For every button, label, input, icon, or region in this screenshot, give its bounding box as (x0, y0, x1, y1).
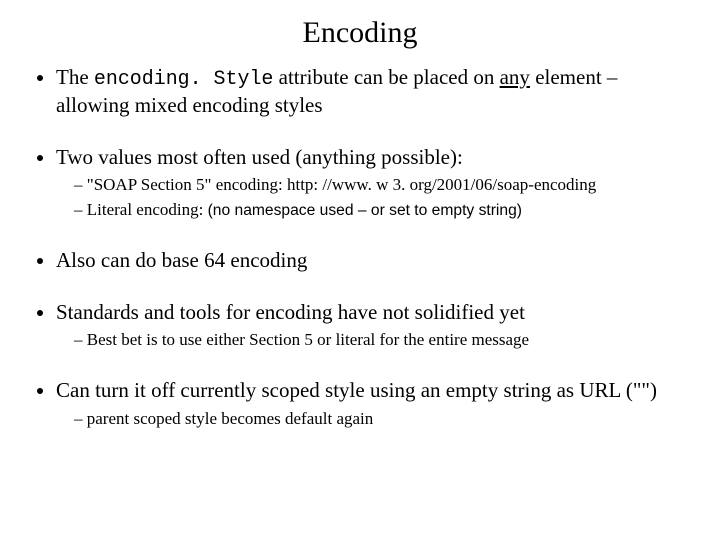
b2-sub2-sans: (no namespace used – or set to empty str… (208, 202, 522, 219)
bullet-3: Also can do base 64 encoding (56, 247, 690, 273)
slide: Encoding The encoding. Style attribute c… (0, 0, 720, 540)
b2-sub1: "SOAP Section 5" encoding: http: //www. … (74, 174, 690, 196)
b3-text: Also can do base 64 encoding (56, 248, 307, 272)
b4-text: Standards and tools for encoding have no… (56, 300, 525, 324)
bullet-1: The encoding. Style attribute can be pla… (56, 64, 690, 118)
bullet-4: Standards and tools for encoding have no… (56, 299, 690, 351)
b4-sub1: Best bet is to use either Section 5 or l… (74, 329, 690, 351)
bullet-2: Two values most often used (anything pos… (56, 144, 690, 221)
b2-sublist: "SOAP Section 5" encoding: http: //www. … (56, 174, 690, 220)
b1-pre: The (56, 65, 94, 89)
b4-sublist: Best bet is to use either Section 5 or l… (56, 329, 690, 351)
slide-title: Encoding (30, 16, 690, 50)
b2-sub2: Literal encoding: (no namespace used – o… (74, 199, 690, 221)
bullet-list: The encoding. Style attribute can be pla… (30, 64, 690, 430)
b2-sub2-pre: Literal encoding: (87, 200, 208, 219)
b5-sub1: parent scoped style becomes default agai… (74, 408, 690, 430)
b5-text: Can turn it off currently scoped style u… (56, 378, 657, 402)
b1-underlined: any (500, 65, 530, 89)
b1-mid: attribute can be placed on (273, 65, 499, 89)
b5-sublist: parent scoped style becomes default agai… (56, 408, 690, 430)
b2-text: Two values most often used (anything pos… (56, 145, 463, 169)
b1-code: encoding. Style (94, 67, 273, 90)
bullet-5: Can turn it off currently scoped style u… (56, 377, 690, 429)
